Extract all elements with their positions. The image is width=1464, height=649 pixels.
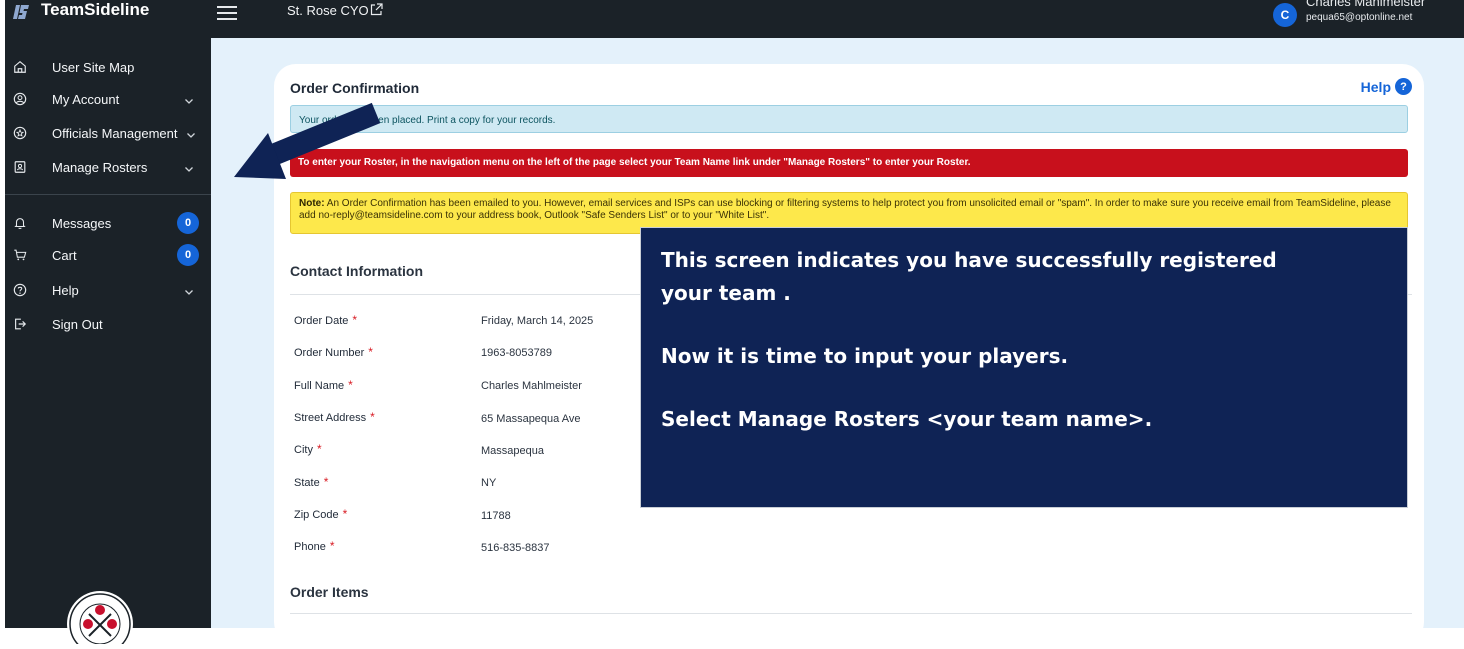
- chevron-down-icon: [184, 94, 194, 104]
- sidebar-item-my-account[interactable]: My Account: [5, 84, 211, 114]
- page-title: Order Confirmation: [290, 80, 420, 96]
- order-placed-alert: Your order has been placed. Print a copy…: [290, 105, 1408, 133]
- cart-count-badge: 0: [177, 244, 199, 266]
- bell-icon: [12, 215, 28, 231]
- note-text: An Order Confirmation has been emailed t…: [299, 198, 1391, 221]
- user-circle-icon: [12, 91, 28, 107]
- brand-name: TeamSideline: [41, 0, 150, 19]
- external-link-icon[interactable]: [370, 3, 383, 16]
- avatar[interactable]: C: [1273, 3, 1297, 27]
- sidebar-item-user-site-map[interactable]: User Site Map: [5, 52, 211, 82]
- chevron-down-icon: [184, 162, 194, 172]
- brand[interactable]: TeamSideline: [5, 0, 211, 26]
- callout-line: Select Manage Rosters <your team name>.: [661, 407, 1153, 431]
- full-name-label: Full Name *: [294, 378, 353, 392]
- note-label: Note:: [299, 198, 325, 209]
- menu-toggle-icon[interactable]: [217, 6, 237, 20]
- help-link[interactable]: Help ?: [1361, 78, 1412, 95]
- full-name-value: Charles Mahlmeister: [481, 380, 582, 392]
- sidebar-item-label: User Site Map: [52, 59, 135, 75]
- sidebar-item-sign-out[interactable]: Sign Out: [5, 309, 211, 339]
- street-address-value: 65 Massapequa Ave: [481, 413, 581, 425]
- cyo-logo: [59, 584, 141, 649]
- sidebar-item-messages[interactable]: Messages 0: [5, 208, 211, 238]
- sidebar-item-label: Officials Management: [52, 125, 178, 141]
- chevron-down-icon: [186, 128, 196, 138]
- callout-line: your team .: [661, 281, 791, 305]
- state-value: NY: [481, 477, 497, 489]
- sidebar-item-label: Cart: [52, 247, 77, 263]
- phone-label: Phone *: [294, 539, 335, 553]
- sidebar-item-cart[interactable]: Cart 0: [5, 240, 211, 270]
- sidebar-item-help[interactable]: Help: [5, 275, 211, 305]
- help-question-icon: ?: [1395, 78, 1412, 95]
- messages-count-badge: 0: [177, 212, 199, 234]
- order-items-heading: Order Items: [290, 584, 369, 600]
- sign-out-icon: [12, 316, 28, 332]
- chevron-down-icon: [184, 285, 194, 295]
- order-number-value: 1963-8053789: [481, 347, 552, 359]
- user-name[interactable]: Charles Mahlmeister: [1306, 0, 1425, 9]
- help-link-label: Help: [1360, 78, 1391, 95]
- sidebar-item-manage-rosters[interactable]: Manage Rosters: [5, 152, 211, 182]
- sidebar-item-officials-management[interactable]: Officials Management: [5, 118, 211, 148]
- zip-code-value: 11788: [481, 510, 511, 522]
- callout-line: Now it is time to input your players.: [661, 344, 1069, 368]
- instruction-callout: This screen indicates you have successfu…: [640, 227, 1408, 508]
- top-bar: St. Rose CYO C Charles Mahlmeister pequa…: [211, 0, 1464, 38]
- state-label: State *: [294, 475, 329, 489]
- sidebar-item-label: My Account: [52, 91, 120, 107]
- organization-link[interactable]: St. Rose CYO: [287, 3, 369, 18]
- sidebar-item-label: Messages: [52, 215, 112, 231]
- teamsideline-logo-icon: [13, 4, 29, 20]
- roster-instruction-alert: To enter your Roster, in the navigation …: [290, 149, 1408, 177]
- sidebar-item-label: Sign Out: [52, 316, 103, 332]
- contact-information-heading: Contact Information: [290, 263, 423, 279]
- city-label: City *: [294, 442, 322, 456]
- zip-code-label: Zip Code *: [294, 507, 348, 521]
- order-number-label: Order Number *: [294, 345, 373, 359]
- user-email: pequa65@optonline.net: [1306, 12, 1413, 23]
- callout-line: This screen indicates you have successfu…: [661, 248, 1277, 272]
- sidebar: TeamSideline User Site Map My Account Of…: [5, 0, 211, 649]
- street-address-label: Street Address *: [294, 410, 375, 424]
- star-badge-icon: [12, 125, 28, 141]
- city-value: Massapequa: [481, 445, 544, 457]
- sidebar-divider: [5, 194, 211, 195]
- order-date-value: Friday, March 14, 2025: [481, 315, 594, 327]
- phone-value: 516-835-8837: [481, 542, 550, 554]
- id-card-icon: [12, 159, 28, 175]
- order-date-label: Order Date *: [294, 313, 358, 327]
- annotation-arrow-icon: [234, 102, 381, 179]
- home-icon: [12, 59, 28, 75]
- sidebar-item-label: Manage Rosters: [52, 159, 148, 175]
- cart-icon: [12, 247, 28, 263]
- section-divider: [290, 613, 1412, 614]
- question-circle-icon: [12, 282, 28, 298]
- sidebar-item-label: Help: [52, 282, 79, 298]
